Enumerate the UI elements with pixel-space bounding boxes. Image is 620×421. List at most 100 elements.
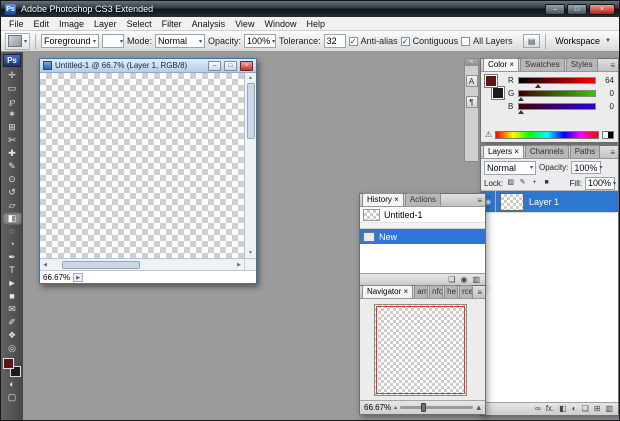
- menu-edit[interactable]: Edit: [29, 17, 55, 31]
- marquee-tool[interactable]: ▭: [2, 82, 22, 95]
- close-button[interactable]: ×: [589, 3, 615, 15]
- fill-input[interactable]: 100% ▾: [585, 176, 616, 190]
- tab-truncated-3[interactable]: he: [444, 285, 459, 298]
- vertical-scroll-thumb[interactable]: [246, 83, 255, 139]
- status-options-icon[interactable]: ▶: [73, 272, 84, 282]
- background-color-swatch[interactable]: [491, 86, 505, 100]
- scroll-down-icon[interactable]: ▼: [245, 248, 256, 258]
- tab-truncated-4[interactable]: rce: [459, 285, 474, 298]
- document-titlebar[interactable]: Untitled-1 @ 66.7% (Layer 1, RGB/8) – □ …: [40, 59, 256, 73]
- tab-histogram-truncated[interactable]: am: [414, 285, 429, 298]
- menu-layer[interactable]: Layer: [89, 17, 122, 31]
- antialias-checkbox[interactable]: ✓: [348, 36, 358, 46]
- color-spectrum-ramp[interactable]: [495, 130, 599, 139]
- brush-tool[interactable]: ✎: [2, 160, 22, 173]
- new-group-icon[interactable]: ❑: [582, 403, 589, 415]
- green-slider-thumb[interactable]: [518, 96, 524, 101]
- lock-position-icon[interactable]: +: [530, 177, 539, 189]
- menu-analysis[interactable]: Analysis: [187, 17, 231, 31]
- slice-tool[interactable]: ✄: [2, 134, 22, 147]
- tab-swatches[interactable]: Swatches: [520, 58, 565, 71]
- brushes-palette-icon[interactable]: ▤: [523, 34, 541, 48]
- type-tool[interactable]: T: [2, 264, 22, 277]
- panel-menu-icon[interactable]: ≡: [610, 148, 615, 157]
- crop-tool[interactable]: ⊞: [2, 121, 22, 134]
- blur-tool[interactable]: ◌: [2, 225, 22, 238]
- delete-layer-icon[interactable]: ▥: [605, 403, 613, 415]
- eraser-tool[interactable]: ▱: [2, 199, 22, 212]
- history-state-row[interactable]: New: [360, 229, 485, 244]
- menu-filter[interactable]: Filter: [157, 17, 187, 31]
- green-value[interactable]: 0: [599, 89, 614, 98]
- vertical-scrollbar[interactable]: ▲ ▼: [244, 73, 256, 258]
- document-minimize-button[interactable]: –: [208, 60, 221, 71]
- lock-pixels-icon[interactable]: ✎: [518, 177, 527, 189]
- blue-value[interactable]: 0: [599, 102, 614, 111]
- menu-view[interactable]: View: [230, 17, 259, 31]
- blue-slider-thumb[interactable]: [518, 109, 524, 114]
- magic-wand-tool[interactable]: ✶: [2, 108, 22, 121]
- lasso-tool[interactable]: ℘: [2, 95, 22, 108]
- foreground-color-swatch[interactable]: [3, 358, 14, 369]
- maximize-button[interactable]: □: [567, 3, 587, 15]
- minimize-button[interactable]: –: [545, 3, 565, 15]
- add-layer-mask-icon[interactable]: ◧: [559, 403, 567, 415]
- canvas[interactable]: [40, 73, 244, 258]
- panel-menu-icon[interactable]: ≡: [610, 61, 615, 70]
- blend-mode-select[interactable]: Normal ▾: [484, 160, 536, 175]
- lock-all-icon[interactable]: ■: [542, 177, 551, 189]
- workspace-button[interactable]: Workspace ▼: [551, 33, 615, 49]
- history-brush-tool[interactable]: ↺: [2, 186, 22, 199]
- paragraph-panel-icon[interactable]: ¶: [465, 96, 478, 108]
- tolerance-input[interactable]: 32: [323, 34, 346, 48]
- quick-mask-mode-icon[interactable]: ◐: [2, 378, 22, 391]
- adjustment-layer-icon[interactable]: ◐: [572, 403, 577, 415]
- red-slider[interactable]: [518, 76, 596, 88]
- menu-file[interactable]: File: [4, 17, 29, 31]
- scroll-left-icon[interactable]: ◀: [40, 260, 50, 270]
- paint-bucket-tool[interactable]: ◧: [2, 212, 22, 225]
- menu-help[interactable]: Help: [301, 17, 330, 31]
- character-panel-icon[interactable]: A: [465, 75, 478, 87]
- shape-tool[interactable]: ■: [2, 290, 22, 303]
- zoom-in-icon[interactable]: ▴: [476, 402, 481, 413]
- tab-layers[interactable]: Layers ×: [483, 145, 524, 158]
- fill-source-select[interactable]: Foreground ▾: [41, 34, 100, 48]
- opacity-input[interactable]: 100% ▾: [244, 34, 277, 48]
- tab-actions[interactable]: Actions: [404, 193, 442, 206]
- navigator-preview[interactable]: [374, 304, 467, 396]
- blue-slider[interactable]: [518, 102, 596, 114]
- panel-menu-icon[interactable]: ≡: [477, 196, 482, 205]
- panel-menu-icon[interactable]: ≡: [477, 288, 482, 297]
- menu-select[interactable]: Select: [122, 17, 157, 31]
- path-selection-tool[interactable]: ►: [2, 277, 22, 290]
- zoom-slider-thumb[interactable]: [420, 403, 426, 412]
- green-slider[interactable]: [518, 89, 596, 101]
- horizontal-scroll-thumb[interactable]: [62, 260, 140, 269]
- tab-navigator[interactable]: Navigator ×: [362, 285, 414, 298]
- layer-row[interactable]: ◉ Layer 1: [481, 191, 618, 213]
- gamut-warning-icon[interactable]: ⚠: [485, 130, 492, 139]
- pattern-picker[interactable]: ▾: [102, 34, 125, 48]
- hand-tool[interactable]: ❖: [2, 329, 22, 342]
- tab-channels[interactable]: Channels: [524, 145, 569, 158]
- collapse-dock-icon[interactable]: «: [465, 59, 478, 66]
- all-layers-checkbox[interactable]: [461, 36, 471, 46]
- tab-styles[interactable]: Styles: [565, 58, 598, 71]
- black-white-swatch[interactable]: [602, 130, 614, 139]
- mode-select[interactable]: Normal ▾: [155, 34, 206, 48]
- layer-name[interactable]: Layer 1: [529, 197, 559, 207]
- scroll-up-icon[interactable]: ▲: [245, 73, 256, 83]
- tab-color[interactable]: Color ×: [483, 58, 520, 71]
- dodge-tool[interactable]: ◔: [2, 238, 22, 251]
- move-tool[interactable]: ✛: [2, 69, 22, 82]
- navigator-viewbox[interactable]: [376, 306, 465, 394]
- new-layer-icon[interactable]: ⊞: [594, 403, 601, 415]
- contiguous-checkbox[interactable]: ✓: [400, 36, 410, 46]
- eyedropper-tool[interactable]: ✐: [2, 316, 22, 329]
- lock-transparency-icon[interactable]: ▨: [506, 177, 515, 189]
- tab-paths[interactable]: Paths: [569, 145, 601, 158]
- menu-window[interactable]: Window: [259, 17, 301, 31]
- navigator-zoom-value[interactable]: 66.67%: [364, 403, 391, 412]
- screen-mode-icon[interactable]: ▢: [2, 391, 22, 404]
